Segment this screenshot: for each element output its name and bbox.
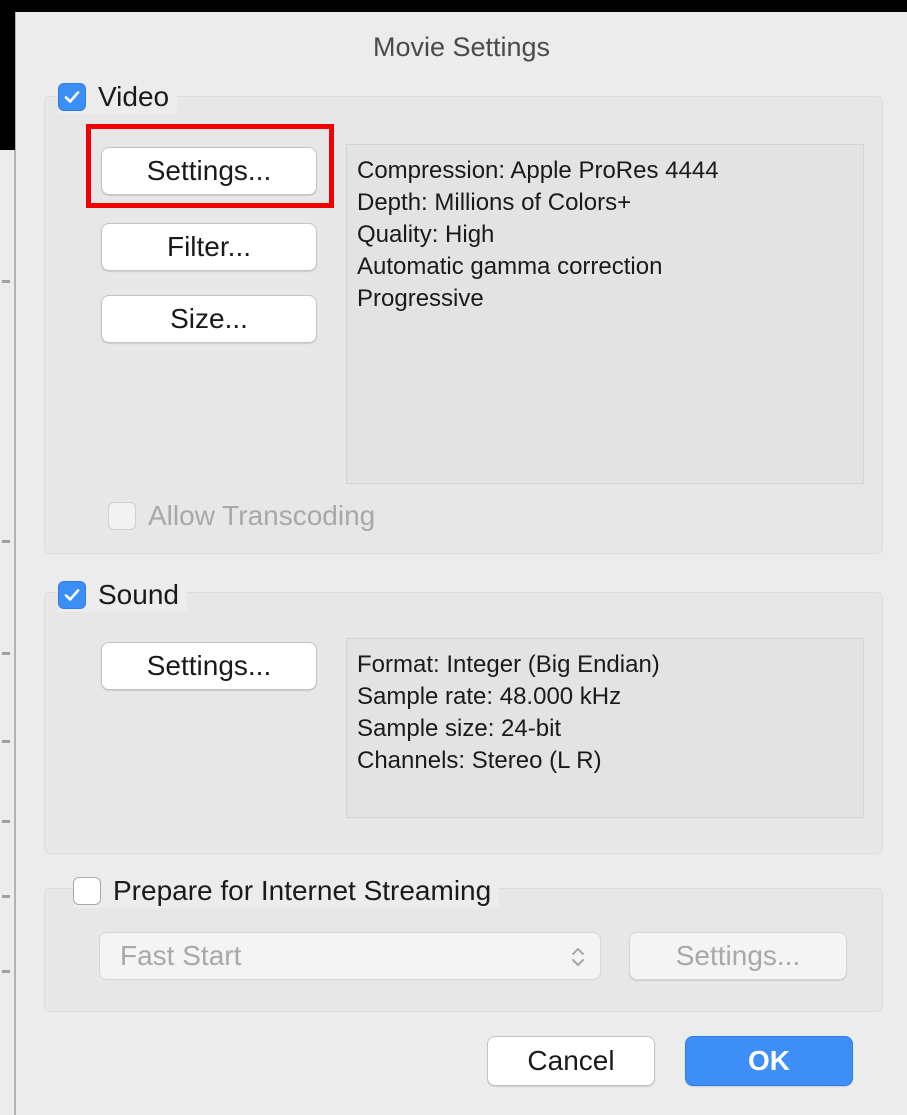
sound-label: Sound — [98, 579, 179, 610]
streaming-checkbox[interactable] — [73, 877, 101, 905]
background-mark — [2, 652, 10, 655]
dialog-title: Movie Settings — [372, 32, 551, 62]
screen: Movie Settings Video Settings... Filter.… — [0, 0, 907, 1115]
video-size-button[interactable]: Size... — [101, 295, 317, 343]
streaming-settings-button[interactable]: Settings... — [629, 932, 847, 980]
fast-start-select[interactable]: Fast Start — [99, 932, 601, 980]
video-info-line: Quality: High — [357, 221, 495, 248]
sound-info-line: Sample size: 24-bit — [357, 715, 562, 742]
sound-info-line: Format: Integer (Big Endian) — [357, 651, 660, 678]
background-mark — [2, 740, 10, 743]
fast-start-value: Fast Start — [120, 940, 242, 971]
background-mark — [2, 280, 10, 283]
background-window-edge — [0, 150, 15, 1115]
highlight-box — [86, 124, 334, 208]
movie-settings-dialog: Movie Settings Video Settings... Filter.… — [15, 12, 907, 1115]
allow-transcoding-option[interactable]: Allow Transcoding — [108, 500, 375, 532]
background-mark — [2, 540, 10, 543]
background-mark — [2, 970, 10, 973]
allow-transcoding-label: Allow Transcoding — [148, 500, 376, 531]
video-info-line: Progressive — [357, 285, 484, 312]
checkmark-icon — [64, 91, 80, 103]
ok-button[interactable]: OK — [685, 1036, 853, 1086]
checkmark-icon — [64, 589, 80, 601]
video-info-line: Depth: Millions of Colors+ — [357, 189, 632, 216]
allow-transcoding-checkbox[interactable] — [108, 502, 136, 530]
video-info-line: Compression: Apple ProRes 4444 — [357, 157, 719, 184]
background-mark — [2, 895, 10, 898]
video-checkbox[interactable] — [58, 83, 86, 111]
up-down-chevron-icon — [572, 948, 584, 966]
background-mark — [2, 820, 10, 823]
sound-info-line: Sample rate: 48.000 kHz — [357, 683, 622, 710]
streaming-label: Prepare for Internet Streaming — [113, 875, 492, 906]
sound-info-panel: Format: Integer (Big Endian) Sample rate… — [346, 638, 864, 818]
sound-checkbox[interactable] — [58, 581, 86, 609]
cancel-button[interactable]: Cancel — [487, 1036, 655, 1086]
sound-header: Sound — [58, 578, 187, 612]
video-info-line: Automatic gamma correction — [357, 253, 663, 280]
sound-settings-button[interactable]: Settings... — [101, 642, 317, 690]
video-info-panel: Compression: Apple ProRes 4444 Depth: Mi… — [346, 144, 864, 484]
sound-info-line: Channels: Stereo (L R) — [357, 747, 602, 774]
video-label: Video — [98, 81, 170, 112]
video-filter-button[interactable]: Filter... — [101, 223, 317, 271]
streaming-header: Prepare for Internet Streaming — [73, 874, 500, 908]
title-bar: Movie Settings — [16, 12, 907, 76]
video-header: Video — [58, 80, 178, 114]
